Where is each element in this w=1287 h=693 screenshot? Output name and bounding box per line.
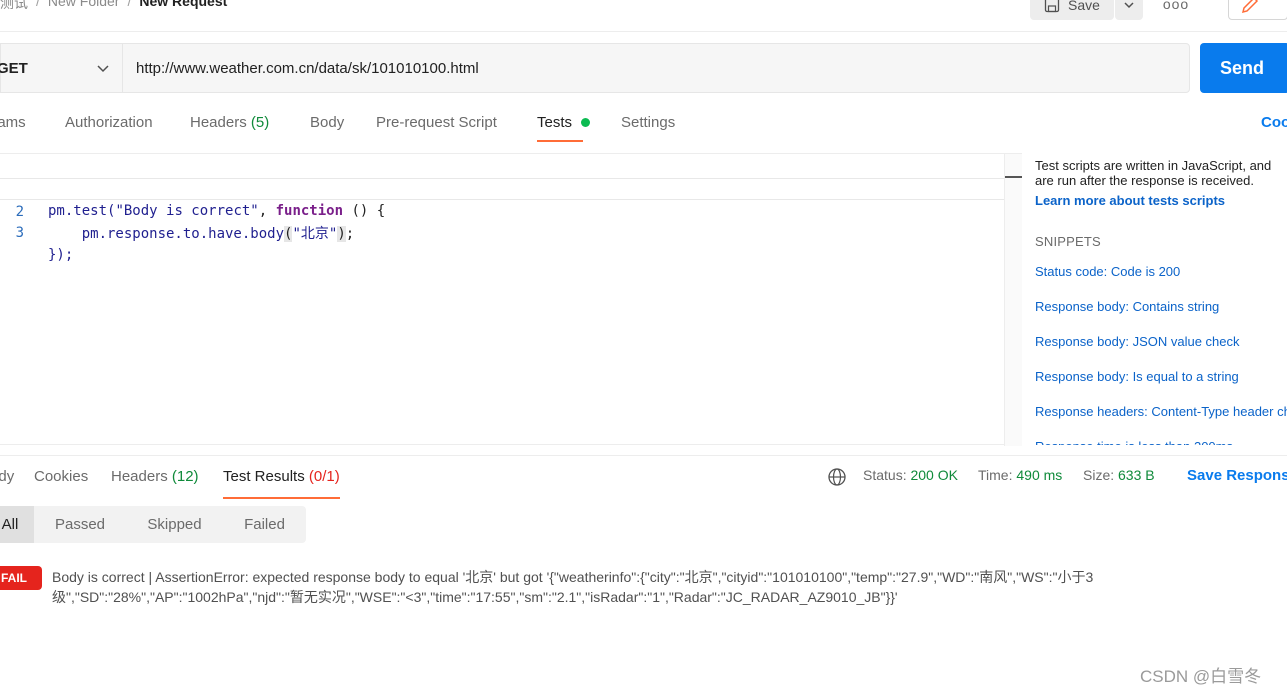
snippet-content-type-header[interactable]: Response headers: Content-Type header ch… bbox=[1035, 404, 1287, 419]
code-line: 3 }); bbox=[0, 200, 1004, 263]
sidebar-description: Test scripts are written in JavaScript, … bbox=[1035, 158, 1272, 188]
globe-icon[interactable] bbox=[827, 467, 847, 487]
response-tab-headers[interactable]: Headers (12) bbox=[111, 468, 199, 485]
code-text: }); bbox=[48, 247, 74, 263]
breadcrumb: 测试 / New Folder / New Request bbox=[0, 0, 227, 13]
snippets-heading: SNIPPETS bbox=[1035, 234, 1101, 249]
time-readout[interactable]: Time: 490 ms bbox=[978, 467, 1062, 483]
status-readout[interactable]: Status: 200 OK bbox=[863, 467, 958, 483]
line-number: 3 bbox=[15, 225, 24, 241]
snippet-equal-to-string[interactable]: Response body: Is equal to a string bbox=[1035, 369, 1239, 384]
response-tab-cookies[interactable]: Cookies bbox=[34, 468, 88, 485]
more-options-button[interactable]: ooo bbox=[1162, 0, 1190, 12]
tab-headers-label: Headers bbox=[190, 114, 247, 131]
response-tab-body[interactable]: Body bbox=[0, 468, 14, 485]
breadcrumb-current-request[interactable]: New Request bbox=[139, 0, 227, 13]
tab-prerequest-script[interactable]: Pre-request Script bbox=[376, 114, 497, 131]
test-result-message: Body is correct | AssertionError: expect… bbox=[52, 569, 1094, 605]
tab-authorization[interactable]: Authorization bbox=[65, 114, 153, 131]
tests-code-editor[interactable]: 1 pm.test("Body is correct", function ()… bbox=[0, 153, 1022, 446]
save-response-button[interactable]: Save Response bbox=[1187, 467, 1287, 484]
watermark: CSDN @白雪冬 bbox=[1140, 667, 1262, 686]
url-input[interactable]: http://www.weather.com.cn/data/sk/101010… bbox=[122, 43, 1190, 93]
scrollbar-thumb[interactable] bbox=[1005, 176, 1022, 178]
chevron-down-icon bbox=[1124, 2, 1134, 9]
snippet-status-code[interactable]: Status code: Code is 200 bbox=[1035, 264, 1180, 279]
tab-tests[interactable]: Tests bbox=[537, 114, 584, 142]
method-select[interactable]: GET bbox=[0, 43, 122, 93]
tests-indicator-dot bbox=[581, 118, 590, 127]
time-value: 490 ms bbox=[1016, 467, 1063, 483]
snippet-response-time[interactable]: Response time is less than 200ms bbox=[1035, 439, 1233, 445]
filter-all[interactable]: All bbox=[0, 506, 34, 543]
learn-more-link[interactable]: Learn more about tests scripts bbox=[1035, 193, 1287, 208]
time-label: Time: bbox=[978, 467, 1013, 483]
snippets-sidebar: Test scripts are written in JavaScript, … bbox=[1035, 158, 1287, 445]
tab-params[interactable]: Params bbox=[0, 114, 26, 131]
editor-scrollbar[interactable] bbox=[1004, 154, 1022, 446]
pen-icon bbox=[1241, 0, 1259, 14]
snippet-json-value-check[interactable]: Response body: JSON value check bbox=[1035, 334, 1240, 349]
size-readout[interactable]: Size: 633 B bbox=[1083, 467, 1155, 483]
test-results-label: Test Results bbox=[223, 468, 305, 485]
breadcrumb-separator: / bbox=[127, 0, 132, 9]
filter-passed[interactable]: Passed bbox=[34, 506, 126, 543]
save-icon bbox=[1044, 0, 1060, 13]
more-icon: ooo bbox=[1162, 0, 1190, 12]
size-value: 633 B bbox=[1118, 467, 1155, 483]
status-value: 200 OK bbox=[910, 467, 958, 483]
code-line-active: 2 pm.response.to.have.body("北京"); bbox=[0, 178, 1004, 242]
test-results-count: (0/1) bbox=[308, 468, 340, 485]
edit-button[interactable] bbox=[1228, 0, 1287, 20]
method-value: GET bbox=[0, 59, 28, 77]
fail-badge: FAIL bbox=[0, 566, 42, 590]
breadcrumb-item-folder[interactable]: New Folder bbox=[48, 0, 120, 13]
cookies-link[interactable]: Cookies bbox=[1261, 114, 1287, 131]
save-label: Save bbox=[1068, 0, 1100, 13]
size-label: Size: bbox=[1083, 467, 1115, 483]
breadcrumb-separator: / bbox=[36, 0, 40, 9]
request-tabs: Params Authorization Headers (5) Body Pr… bbox=[0, 108, 1287, 144]
save-options-button[interactable] bbox=[1115, 0, 1143, 20]
response-tab-test-results[interactable]: Test Results (0/1) bbox=[223, 468, 340, 499]
code-text: pm.response.to.have.body("北京"); bbox=[48, 226, 355, 242]
status-label: Status: bbox=[863, 467, 907, 483]
response-headers-count: (12) bbox=[171, 468, 199, 485]
filter-skipped[interactable]: Skipped bbox=[126, 506, 223, 543]
test-results-filter: All Passed Skipped Failed bbox=[0, 506, 306, 543]
code-line: 1 pm.test("Body is correct", function ()… bbox=[0, 156, 1004, 219]
tab-body[interactable]: Body bbox=[310, 114, 344, 131]
top-bar: 测试 / New Folder / New Request Save ooo bbox=[0, 0, 1287, 32]
snippet-contains-string[interactable]: Response body: Contains string bbox=[1035, 299, 1219, 314]
breadcrumb-item-collection[interactable]: 测试 bbox=[0, 0, 28, 13]
tab-headers-count: (5) bbox=[250, 114, 270, 131]
response-tab-headers-label: Headers bbox=[111, 468, 168, 485]
save-button[interactable]: Save bbox=[1030, 0, 1114, 20]
filter-failed[interactable]: Failed bbox=[223, 506, 306, 543]
send-button[interactable]: Send bbox=[1200, 43, 1287, 93]
tab-settings[interactable]: Settings bbox=[621, 114, 675, 131]
tab-headers[interactable]: Headers (5) bbox=[190, 114, 269, 131]
chevron-down-icon bbox=[97, 65, 109, 73]
